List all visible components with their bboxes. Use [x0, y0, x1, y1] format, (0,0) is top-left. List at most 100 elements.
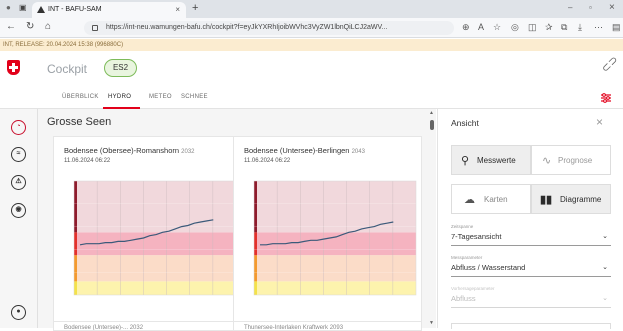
map-icon: ☁: [464, 194, 475, 206]
tab-hydro[interactable]: HYDRO: [108, 94, 131, 100]
timespan-value: 7-Tagesansicht: [451, 232, 502, 241]
station-title: Bodensee (Untersee)-Berlingen 2043: [244, 146, 365, 155]
station-card-partial[interactable]: Bodensee (Untersee)-... 2032: [53, 321, 242, 331]
page-title: Cockpit: [47, 62, 88, 76]
severity-strip: [254, 232, 257, 256]
window-close-button[interactable]: ×: [609, 2, 615, 13]
view-map-button[interactable]: ☁ Karten: [451, 184, 531, 214]
panel-title: Ansicht: [451, 118, 479, 128]
tab-meteo[interactable]: METEO: [149, 94, 172, 100]
swiss-shield-icon: [7, 60, 20, 75]
parameter-select[interactable]: Abfluss / Wasserstand ⌄: [451, 261, 611, 277]
collections-icon[interactable]: ⧉: [561, 22, 567, 33]
station-name: Bodensee (Untersee)-Berlingen: [244, 146, 350, 155]
station-date: 11.06.2024 06:22: [64, 158, 111, 164]
lock-icon: [92, 25, 98, 31]
mode-measurements-button[interactable]: ⚲ Messwerte: [451, 145, 531, 175]
address-bar-row: ← ↻ ⌂ https://int-neu.wamungen-bafu.ch/c…: [0, 18, 623, 38]
mode-forecast-label: Prognose: [558, 156, 593, 165]
forecast-parameter-value: Abfluss: [451, 294, 476, 303]
view-panel: Ansicht × ⚲ Messwerte ∿ Prognose ☁ Karte…: [437, 109, 623, 329]
station-title: Bodensee (Obersee)-Romanshorn 2032: [64, 146, 195, 155]
severity-strip: [74, 181, 77, 233]
new-tab-button[interactable]: +: [192, 2, 198, 14]
station-chart[interactable]: [234, 177, 423, 297]
settings-more-icon[interactable]: ⋯: [594, 22, 603, 33]
gauge-icon[interactable]: ◔: [11, 120, 26, 135]
tab-title: INT - BAFU-SAM: [48, 6, 102, 13]
download-icon[interactable]: ⤓: [578, 22, 582, 33]
close-icon[interactable]: ×: [596, 115, 603, 129]
trend-icon: ∿: [542, 155, 552, 167]
severity-strip: [254, 255, 257, 282]
field-label: Zeitspanne: [451, 224, 474, 229]
read-aloud-icon[interactable]: A: [478, 22, 484, 32]
back-icon[interactable]: ←: [6, 21, 16, 32]
window-maximize-button[interactable]: ▫: [589, 3, 592, 12]
view-diagram-button[interactable]: ▮▮ Diagramme: [531, 184, 611, 214]
station-card-partial[interactable]: Thunersee-Interlaken Kraftwerk 2093: [233, 321, 422, 331]
chevron-down-icon: ⌄: [602, 264, 608, 271]
very-high-band: [74, 181, 236, 233]
forecast-parameter-select: Abfluss ⌄: [451, 292, 611, 308]
favorites-bar-icon[interactable]: ✰: [545, 22, 553, 33]
mode-forecast-button[interactable]: ∿ Prognose: [531, 145, 611, 175]
user-icon[interactable]: ●: [11, 305, 26, 320]
sidebar-toggle-icon[interactable]: ▤: [612, 22, 621, 33]
url-field[interactable]: https://int-neu.wamungen-bafu.ch/cockpit…: [84, 21, 454, 35]
low-band: [254, 281, 416, 295]
main-scrollbar[interactable]: ▲ ▼: [428, 110, 436, 328]
extension-icon[interactable]: ◎: [511, 22, 519, 33]
reload-icon[interactable]: ↻: [26, 21, 34, 32]
moderate-band: [74, 255, 236, 282]
field-label: Messparameter: [451, 255, 483, 260]
tab-schnee[interactable]: SCHNEE: [181, 94, 208, 100]
station-card[interactable]: Bodensee (Obersee)-Romanshorn 2032 11.06…: [53, 136, 242, 328]
station-code: 2032: [181, 149, 195, 155]
timespan-select[interactable]: 7-Tagesansicht ⌄: [451, 230, 611, 246]
url-text: https://int-neu.wamungen-bafu.ch/cockpit…: [106, 24, 388, 31]
severity-strip: [74, 281, 77, 295]
parameter-value: Abfluss / Wasserstand: [451, 263, 526, 272]
browser-tab[interactable]: INT - BAFU-SAM ×: [32, 2, 186, 18]
environment-badge[interactable]: ES2: [104, 59, 137, 77]
profile-icon[interactable]: ●: [6, 3, 11, 12]
zoom-icon[interactable]: ⊕: [462, 22, 470, 33]
station-name: Bodensee (Obersee)-Romanshorn: [64, 146, 180, 155]
tab-close-icon[interactable]: ×: [175, 2, 180, 18]
home-icon[interactable]: ⌂: [45, 21, 51, 32]
station-code: 2043: [351, 149, 365, 155]
left-sidebar: ◔ ≈ ⚠ ◉ ●: [0, 109, 38, 328]
bar-chart-icon: ▮▮: [540, 194, 553, 206]
moderate-band: [254, 255, 416, 282]
split-screen-icon[interactable]: ◫: [528, 22, 537, 33]
station-date: 11.06.2024 06:22: [244, 158, 291, 164]
next-field: [451, 323, 611, 329]
section-tabs: ÜBERBLICK HYDRO METEO SCHNEE: [0, 87, 623, 109]
very-high-band: [254, 181, 416, 233]
severity-strip: [74, 255, 77, 282]
water-level-icon[interactable]: ≈: [11, 147, 26, 162]
location-pin-icon: ⚲: [461, 155, 470, 167]
chevron-down-icon: ⌄: [602, 233, 608, 240]
tab-favicon-icon: [37, 6, 45, 13]
scroll-down-icon[interactable]: ▼: [429, 320, 434, 326]
severity-strip: [74, 232, 77, 256]
release-banner: INT, RELEASE: 20.04.2024 15:38 (996880C): [0, 39, 623, 51]
scrollbar-thumb[interactable]: [430, 120, 434, 130]
station-card[interactable]: Bodensee (Untersee)-Berlingen 2043 11.06…: [233, 136, 422, 328]
view-map-label: Karten: [484, 195, 508, 204]
tab-ueberblick[interactable]: ÜBERBLICK: [62, 94, 99, 100]
favorite-icon[interactable]: ☆: [493, 22, 501, 33]
tab-actions-icon[interactable]: ▣: [19, 3, 27, 12]
eye-settings-icon[interactable]: ◉: [11, 203, 26, 218]
browser-title-bar: ● ▣ INT - BAFU-SAM × + – ▫ ×: [0, 0, 623, 18]
warning-person-icon[interactable]: ⚠: [11, 175, 26, 190]
mode-measurements-label: Messwerte: [477, 156, 516, 165]
link-icon[interactable]: ⊂⊃: [599, 54, 621, 76]
scroll-up-icon[interactable]: ▲: [429, 110, 434, 116]
station-chart[interactable]: [54, 177, 243, 297]
filter-settings-icon[interactable]: [600, 92, 612, 104]
window-minimize-button[interactable]: –: [568, 3, 572, 12]
severity-strip: [254, 181, 257, 233]
